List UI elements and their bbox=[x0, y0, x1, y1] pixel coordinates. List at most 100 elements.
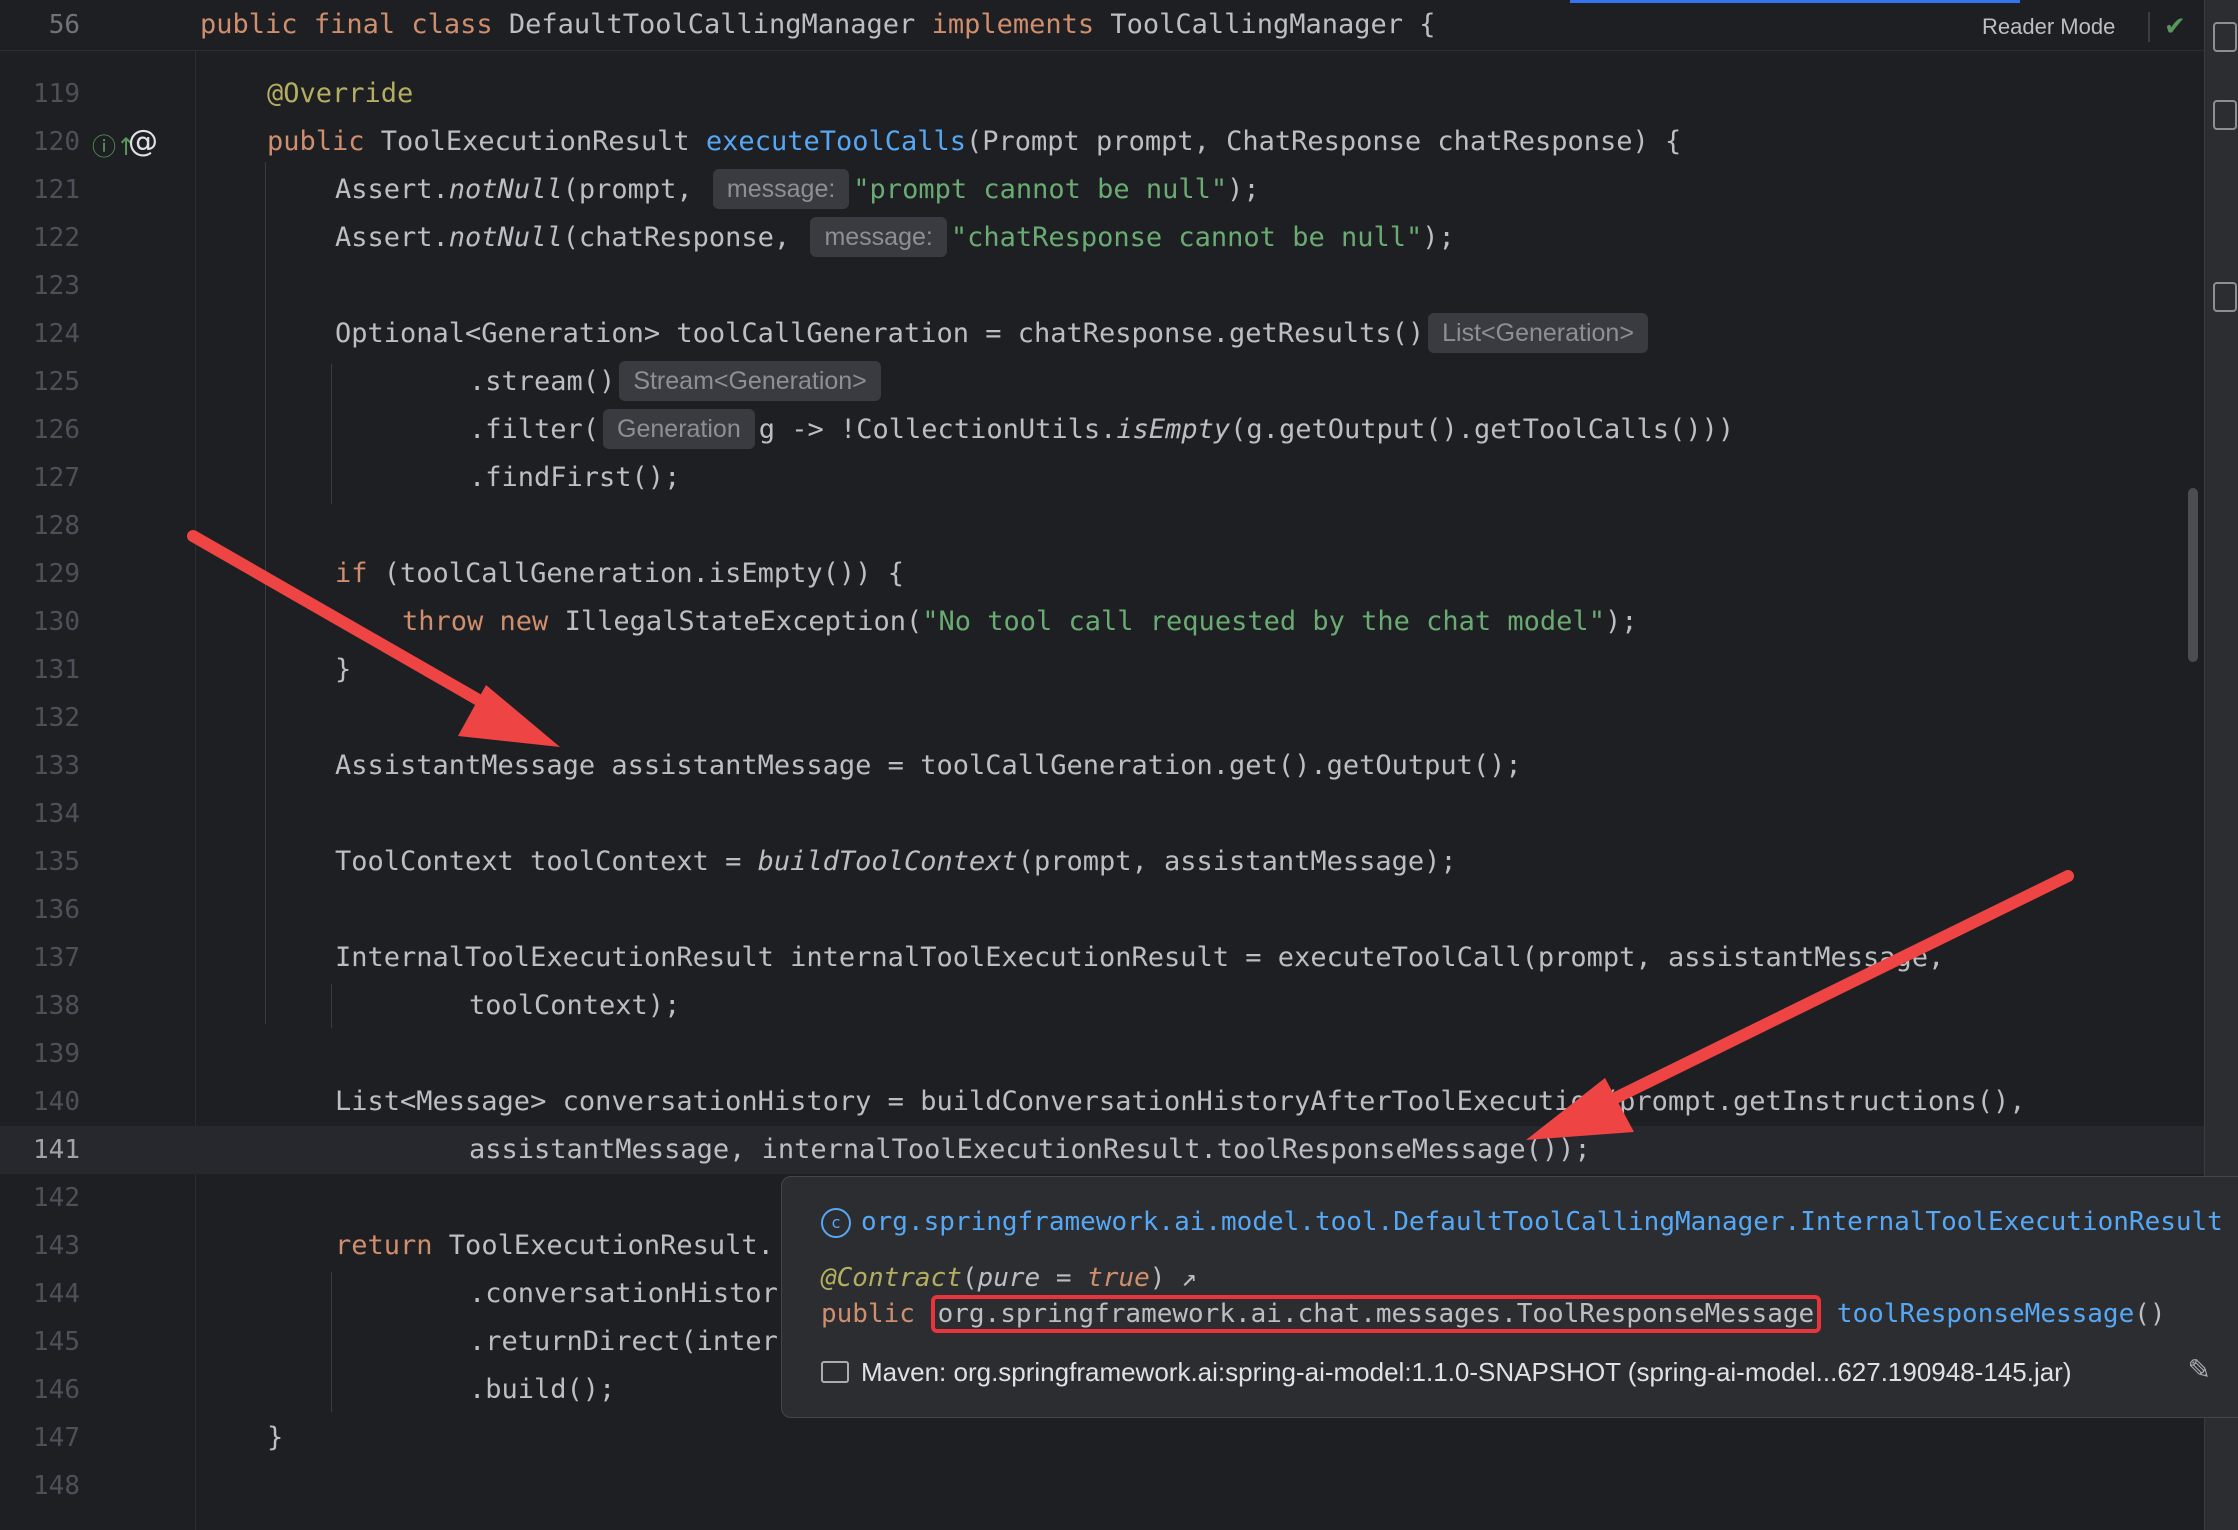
code-line[interactable]: 127 .findFirst(); bbox=[0, 454, 2204, 502]
vertical-scrollbar-thumb[interactable] bbox=[2188, 488, 2198, 662]
code-text[interactable]: .stream() Stream<Generation> bbox=[469, 358, 885, 406]
code-token: .conversationHistor bbox=[469, 1278, 778, 1309]
code-line[interactable]: 126 .filter(Generation g -> !CollectionUt… bbox=[0, 406, 2204, 454]
code-text[interactable]: .build(); bbox=[469, 1366, 615, 1414]
line-number: 148 bbox=[33, 1471, 80, 1501]
code-line[interactable]: 119 @Override bbox=[0, 70, 2204, 118]
code-text[interactable]: List<Message> conversationHistory = buil… bbox=[335, 1078, 2026, 1126]
interface-name: ToolCallingManager { bbox=[1110, 9, 1436, 40]
code-token: ); bbox=[1604, 606, 1638, 637]
line-number: 144 bbox=[33, 1279, 80, 1309]
line-number: 124 bbox=[33, 319, 80, 349]
code-line-current[interactable]: 141 assistantMessage, internalToolExecut… bbox=[0, 1126, 2204, 1174]
code-text[interactable]: .returnDirect(inter bbox=[469, 1318, 778, 1366]
code-line[interactable]: 130 throw new IllegalStateException("No … bbox=[0, 598, 2204, 646]
sticky-code-line[interactable]: public final class DefaultToolCallingMan… bbox=[200, 0, 1436, 50]
code-text[interactable]: Assert.notNull(chatResponse, message: "ch… bbox=[335, 214, 1455, 262]
code-line[interactable]: 140 List<Message> conversationHistory = … bbox=[0, 1078, 2204, 1126]
code-text[interactable]: ToolContext toolContext = buildToolConte… bbox=[335, 838, 1457, 886]
database-icon[interactable] bbox=[2213, 100, 2237, 130]
code-text[interactable]: } bbox=[335, 646, 351, 694]
code-text[interactable]: return ToolExecutionResult. bbox=[335, 1222, 774, 1270]
code-text[interactable]: .conversationHistor bbox=[469, 1270, 778, 1318]
code-line[interactable]: 123 bbox=[0, 262, 2204, 310]
code-line[interactable]: 147 } bbox=[0, 1414, 2204, 1462]
maven-coordinates: Maven: org.springframework.ai:spring-ai-… bbox=[861, 1357, 2072, 1387]
inlay-hint[interactable]: List<Generation> bbox=[1428, 313, 1648, 353]
code-line[interactable]: 139 bbox=[0, 1030, 2204, 1078]
return-type: ToolExecutionResult bbox=[364, 126, 706, 157]
class-name: DefaultToolCallingManager bbox=[508, 9, 916, 40]
code-line[interactable]: 132 bbox=[0, 694, 2204, 742]
code-line[interactable]: 138 toolContext); bbox=[0, 982, 2204, 1030]
sticky-scroll-header[interactable]: 56 public final class DefaultToolCalling… bbox=[0, 0, 2204, 51]
code-line[interactable]: 121 Assert.notNull(prompt, message: "prom… bbox=[0, 166, 2204, 214]
code-text[interactable]: Optional<Generation> toolCallGeneration … bbox=[335, 310, 1652, 358]
code-text[interactable]: Assert.notNull(prompt, message: "prompt c… bbox=[335, 166, 1260, 214]
code-token: notNull bbox=[448, 222, 563, 253]
code-line[interactable]: 125 .stream() Stream<Generation> bbox=[0, 358, 2204, 406]
code-text[interactable]: toolContext); bbox=[469, 982, 680, 1030]
line-number: 132 bbox=[33, 703, 80, 733]
pencil-icon[interactable]: ✎ bbox=[2188, 1353, 2211, 1386]
inlay-hint[interactable]: message: bbox=[712, 169, 850, 209]
at-annotation-icon[interactable]: @ bbox=[128, 124, 158, 159]
code-line[interactable]: 135 ToolContext toolContext = buildToolC… bbox=[0, 838, 2204, 886]
code-line[interactable]: 148 bbox=[0, 1462, 2204, 1510]
code-text[interactable]: .filter(Generation g -> !CollectionUtils.… bbox=[469, 406, 1734, 454]
code-line[interactable]: 136 bbox=[0, 886, 2204, 934]
reader-mode-button[interactable]: Reader Mode bbox=[1982, 0, 2115, 54]
code-text[interactable]: InternalToolExecutionResult internalTool… bbox=[335, 934, 1944, 982]
line-number: 145 bbox=[33, 1327, 80, 1357]
contract-token: ( bbox=[961, 1263, 978, 1293]
keyword: public bbox=[821, 1299, 915, 1329]
inlay-hint[interactable]: Generation bbox=[603, 409, 755, 449]
code-token: ToolExecutionResult. bbox=[432, 1230, 774, 1261]
return-type-text[interactable]: org.springframework.ai.chat.messages.Too… bbox=[938, 1299, 1815, 1329]
code-line[interactable]: 124 Optional<Generation> toolCallGenerat… bbox=[0, 310, 2204, 358]
check-icon[interactable]: ✔ bbox=[2164, 12, 2186, 42]
inlay-hint[interactable]: Stream<Generation> bbox=[619, 361, 881, 401]
code-token: toolContext); bbox=[469, 990, 681, 1021]
inlay-hint[interactable]: message: bbox=[810, 217, 947, 257]
class-path-text[interactable]: org.springframework.ai.model.tool.Defaul… bbox=[861, 1207, 2223, 1237]
code-line[interactable]: 122 Assert.notNull(chatResponse, message… bbox=[0, 214, 2204, 262]
code-text[interactable]: if (toolCallGeneration.isEmpty()) { bbox=[335, 550, 904, 598]
line-number: 147 bbox=[33, 1423, 80, 1453]
code-token: .returnDirect(inter bbox=[469, 1326, 778, 1357]
code-line[interactable]: 128 bbox=[0, 502, 2204, 550]
code-line[interactable]: 131 } bbox=[0, 646, 2204, 694]
external-link-icon[interactable]: ↗ bbox=[1181, 1263, 1197, 1293]
line-number: 139 bbox=[33, 1039, 80, 1069]
code-text[interactable]: } bbox=[267, 1414, 283, 1462]
line-number: 127 bbox=[33, 463, 80, 493]
tool-window-icon[interactable] bbox=[2213, 22, 2237, 52]
line-number: 129 bbox=[33, 559, 80, 589]
code-token: IllegalStateException( bbox=[564, 606, 923, 637]
code-token: ); bbox=[1422, 222, 1455, 253]
code-text[interactable]: public ToolExecutionResult executeToolCa… bbox=[267, 118, 1681, 166]
quick-documentation-popup[interactable]: c org.springframework.ai.model.tool.Defau… bbox=[781, 1176, 2238, 1418]
code-line[interactable]: 129 if (toolCallGeneration.isEmpty()) { bbox=[0, 550, 2204, 598]
method-name: executeToolCalls bbox=[705, 126, 967, 157]
line-number: 146 bbox=[33, 1375, 80, 1405]
popup-signature: public org.springframework.ai.chat.messa… bbox=[821, 1295, 2166, 1333]
code-line[interactable]: 120 public ToolExecutionResult executeTo… bbox=[0, 118, 2204, 166]
code-text[interactable]: .findFirst(); bbox=[469, 454, 680, 502]
line-number: 143 bbox=[33, 1231, 80, 1261]
line-number: 130 bbox=[33, 607, 80, 637]
contract-token: pure bbox=[977, 1263, 1041, 1293]
code-text[interactable]: throw new IllegalStateException("No tool… bbox=[402, 598, 1637, 646]
code-text[interactable]: @Override bbox=[267, 70, 413, 118]
code-text[interactable]: AssistantMessage assistantMessage = tool… bbox=[335, 742, 1522, 790]
code-text[interactable]: assistantMessage, internalToolExecutionR… bbox=[469, 1126, 1591, 1174]
code-line[interactable]: 137 InternalToolExecutionResult internal… bbox=[0, 934, 2204, 982]
popup-contract: @Contract(pure = true) ↗ bbox=[821, 1263, 1197, 1293]
popup-class-path[interactable]: c org.springframework.ai.model.tool.Defau… bbox=[821, 1207, 2223, 1238]
code-token: (chatResponse, bbox=[562, 222, 791, 253]
highlighted-return-type[interactable]: org.springframework.ai.chat.messages.Too… bbox=[930, 1295, 1822, 1333]
code-line[interactable]: 133 AssistantMessage assistantMessage = … bbox=[0, 742, 2204, 790]
tool-window-icon[interactable] bbox=[2213, 282, 2237, 312]
toolbar-separator bbox=[2148, 12, 2150, 42]
code-line[interactable]: 134 bbox=[0, 790, 2204, 838]
